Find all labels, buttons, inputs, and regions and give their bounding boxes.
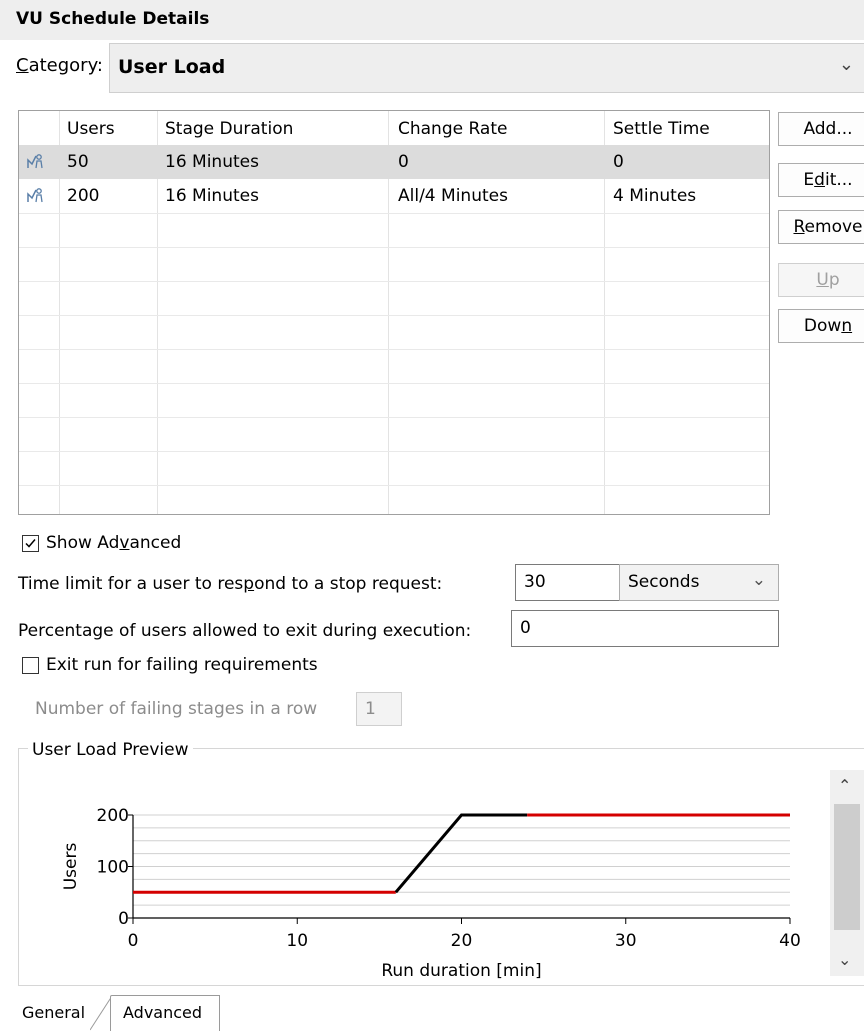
failing-stages-input[interactable]: 1 <box>356 692 402 726</box>
section-header: VU Schedule Details <box>0 0 864 40</box>
x-tick-label: 20 <box>451 931 473 951</box>
x-tick-label: 10 <box>286 931 308 951</box>
preview-title: User Load Preview <box>28 740 193 760</box>
cell-users: 200 <box>67 186 100 206</box>
y-axis-label: Users <box>61 843 81 891</box>
column-header-settle-time[interactable]: Settle Time <box>613 119 710 139</box>
category-value: User Load <box>118 56 226 78</box>
cell-settle-time: 0 <box>613 152 624 172</box>
edit-button[interactable]: Edit... <box>778 163 864 197</box>
x-tick-label: 30 <box>615 931 637 951</box>
add-button[interactable]: Add... <box>778 112 864 146</box>
up-button[interactable]: Up <box>778 263 864 297</box>
remove-button[interactable]: Remove <box>778 210 864 244</box>
section-title: VU Schedule Details <box>16 9 210 29</box>
table-row[interactable]: 200 16 Minutes All/4 Minutes 4 Minutes <box>19 179 769 213</box>
column-header-users[interactable]: Users <box>67 119 115 139</box>
failing-stages-label: Number of failing stages in a row <box>35 699 318 719</box>
user-stage-icon <box>27 154 43 169</box>
category-select[interactable]: User Load ⌄ <box>109 43 864 93</box>
y-tick-label: 100 <box>97 858 129 878</box>
tab-general[interactable]: General <box>22 1003 85 1022</box>
exit-failing-label: Exit run for failing requirements <box>46 655 318 675</box>
stop-time-input[interactable]: 30 <box>515 564 620 601</box>
column-header-stage-duration[interactable]: Stage Duration <box>165 119 293 139</box>
category-label: Category: <box>16 55 103 76</box>
exit-percentage-input[interactable]: 0 <box>511 610 779 647</box>
user-stage-icon <box>27 188 43 203</box>
y-tick-label: 200 <box>97 806 129 826</box>
cell-change-rate: 0 <box>398 152 409 172</box>
x-axis-label: Run duration [min] <box>381 961 541 981</box>
chevron-down-icon: ⌄ <box>838 54 854 75</box>
scroll-up-arrow-icon[interactable]: ⌃ <box>838 776 851 795</box>
stop-time-label: Time limit for a user to respond to a st… <box>18 574 443 594</box>
cell-duration: 16 Minutes <box>165 152 259 172</box>
table-row[interactable]: 50 16 Minutes 0 0 <box>19 145 769 179</box>
user-load-chart: 0 10 20 30 40 0 100 200 Users Run duration [min] <box>61 806 801 981</box>
cell-change-rate: All/4 Minutes <box>398 186 508 206</box>
checkmark-icon <box>25 539 36 548</box>
show-advanced-label: Show Advanced <box>46 533 182 553</box>
column-header-change-rate[interactable]: Change Rate <box>398 119 507 139</box>
cell-duration: 16 Minutes <box>165 186 259 206</box>
exit-failing-checkbox[interactable] <box>22 657 39 674</box>
scroll-down-arrow-icon[interactable]: ⌄ <box>838 950 851 969</box>
cell-settle-time: 4 Minutes <box>613 186 697 206</box>
tab-advanced[interactable]: Advanced <box>110 995 220 1031</box>
chevron-down-icon: ⌄ <box>751 570 766 590</box>
show-advanced-checkbox[interactable] <box>22 535 39 552</box>
y-tick-label: 0 <box>118 909 129 929</box>
x-tick-label: 0 <box>128 931 139 951</box>
scrollbar-thumb[interactable] <box>834 804 860 930</box>
stages-table[interactable]: Users Stage Duration Change Rate Settle … <box>18 110 770 515</box>
stop-time-unit-select[interactable]: Seconds ⌄ <box>619 564 779 601</box>
cell-users: 50 <box>67 152 89 172</box>
exit-percentage-label: Percentage of users allowed to exit duri… <box>18 621 472 641</box>
down-button[interactable]: Down <box>778 309 864 343</box>
x-tick-label: 40 <box>779 931 801 951</box>
